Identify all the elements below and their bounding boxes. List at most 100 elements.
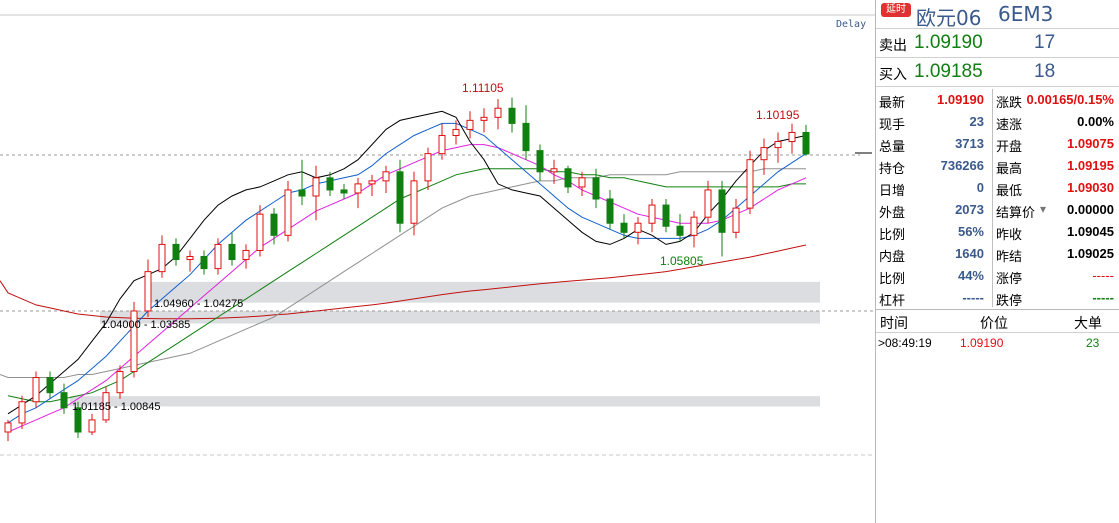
candle [410,171,418,236]
candle [354,177,362,209]
ticks-header: 时间 价位 大单 [876,310,1119,333]
stat-label: 比例 [879,227,906,242]
stat-value: 1640 [955,246,984,261]
candle-body [522,122,530,152]
stat-label: 持仓 [879,161,906,176]
candle [802,124,810,156]
stat-value: 23 [969,114,984,129]
stat-row: 日增 0 最低 1.09030 [876,177,1119,199]
candle-body [452,128,460,136]
stat-value: 1.09075 [1067,136,1114,151]
stat-label: 最新 [879,95,906,110]
delay-badge: 延时 [881,3,911,17]
stat-value: 1.09045 [1067,224,1114,239]
candle-body [144,271,152,312]
candle-body [298,189,306,197]
stat-row: 比例 56% 昨收 1.09045 [876,221,1119,243]
stat-label: 杠杆 [879,293,906,308]
zone-label: 1.04000 - 1.03585 [101,319,190,331]
candle-body [802,131,810,155]
bid-label: 买入 [879,66,907,82]
candle [172,238,180,266]
support-zone [150,281,820,303]
candle-body [116,370,124,394]
ask-row: 卖出 1.09190 17 [876,29,1119,58]
candle [298,159,306,206]
stat-label: 最高 [996,161,1023,176]
candle-body [578,177,586,188]
candle-body [340,189,348,194]
zone-label: 1.04960 - 1.04275 [154,298,243,310]
candle-body [354,183,362,194]
candle-body [228,243,236,261]
stat-row: 杠杆 ----- 跌停 ----- [876,287,1119,309]
ticks-list[interactable]: >08:49:19 1.09190 23 [876,333,1119,353]
stat-value: 0.00% [1077,114,1114,129]
candle [32,371,40,408]
stat-value: ----- [1092,290,1114,305]
stat-value: 56% [957,224,984,239]
stat-label: 涨跌 [996,95,1023,110]
stat-label: 跌停 [996,293,1023,308]
bid-volume: 18 [1034,61,1056,82]
candlestick-chart[interactable]: Delay 1.04960 - 1.04275 1.04000 - 1.03585 1… [0,0,875,523]
candle-body [172,243,180,261]
candle [144,259,152,318]
stat-label: 现手 [879,117,906,132]
candle [690,211,698,248]
stat-label: 比例 [879,271,906,286]
candle [438,123,446,160]
ask-price: 1.09190 [914,32,983,53]
candle [634,217,642,245]
candle [214,238,222,275]
stat-label: 日增 [879,183,906,198]
candle-body [648,204,656,224]
delay-label: Delay [836,19,866,30]
candle [18,395,26,429]
settle-dropdown-icon[interactable]: ▾ [1040,202,1046,216]
candle [158,235,166,278]
candle [564,165,572,193]
candle-body [704,189,712,218]
symbol-code: 6EM3 [998,2,1054,26]
candle [718,180,726,257]
candle [788,123,796,154]
symbol-name: 欧元06 [916,6,982,30]
stat-label: 昨收 [996,227,1023,242]
candle-body [214,243,222,270]
candle-body [774,141,782,149]
stat-value: 1.09025 [1067,246,1114,261]
stat-value: 0 [976,180,984,195]
candle [88,413,96,436]
candle [494,99,502,130]
stat-label: 开盘 [996,139,1023,154]
candle-body [158,243,166,273]
candle [340,183,348,200]
candle-body [60,392,68,409]
candle-body [200,256,208,270]
candle [228,232,236,266]
tick-row[interactable]: >08:49:19 1.09190 23 [876,333,1119,353]
stats-table: 最新 1.09190 涨跌 0.00165/0.15% 现手 23 速涨 0.00% 总量 371… [876,87,1119,310]
annotation-high2: 1.10195 [756,108,800,122]
candle-body [536,150,544,173]
tick-size: 23 [1086,336,1100,350]
candle-body [410,180,418,224]
stat-row: 总量 3713 开盘 1.09075 [876,133,1119,155]
stat-row: 最新 1.09190 涨跌 0.00165/0.15% [876,89,1119,111]
stat-label: 总量 [879,139,906,154]
candle-body [242,249,250,261]
stat-label: 速涨 [996,117,1023,132]
stat-row: 外盘 2073 结算价 ▾ 0.00000 [876,199,1119,221]
ticks-header-time: 时间 [880,315,908,331]
candle-body [284,189,292,236]
bid-price: 1.09185 [914,61,983,82]
ask-volume: 17 [1034,32,1056,53]
bid-row: 买入 1.09185 18 [876,58,1119,87]
support-zone [70,396,820,407]
ma-line-ma10 [7,122,807,424]
stat-value: ----- [1092,268,1114,283]
candle-body [718,189,726,233]
stat-value: 44% [957,268,984,283]
candle-body [662,204,670,227]
